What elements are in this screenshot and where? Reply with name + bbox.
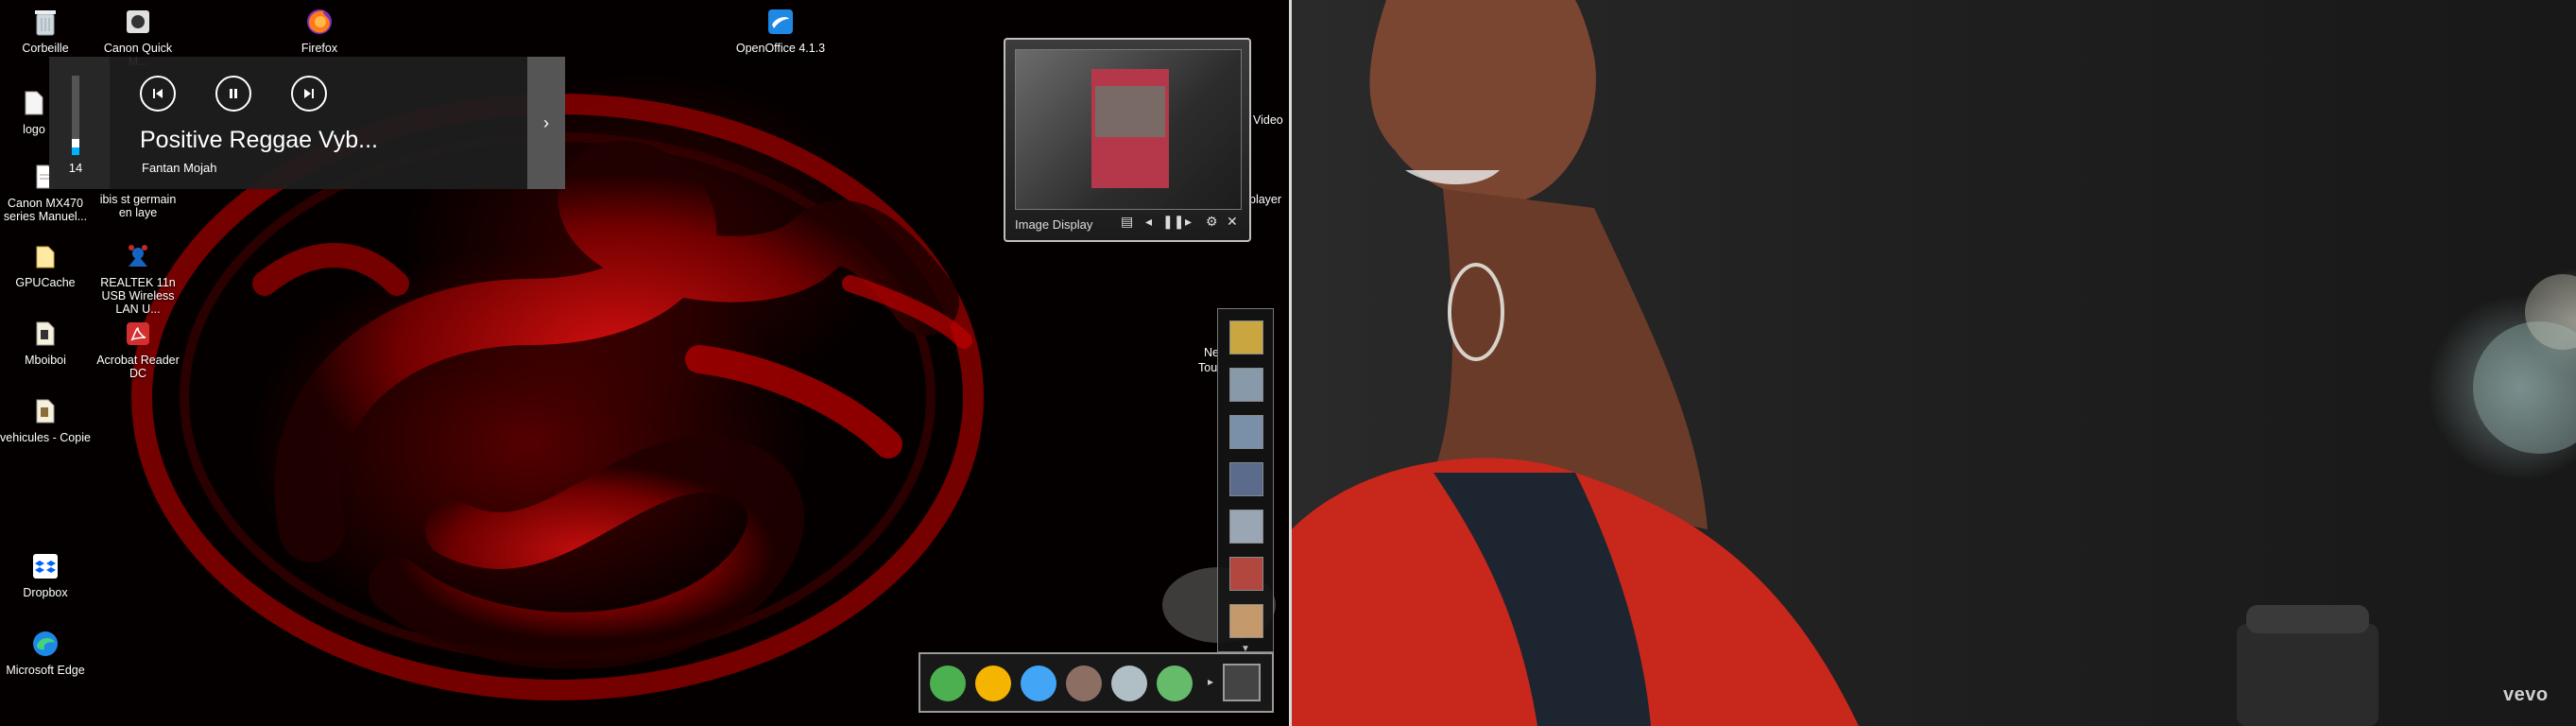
dock-item-photos[interactable] (1229, 415, 1263, 449)
desktop-icon-label: Mboiboi (25, 354, 66, 367)
desktop-icon-corbeille[interactable]: Corbeille (0, 6, 91, 55)
desktop-icon-firefox[interactable]: Firefox (274, 6, 365, 55)
dock-item-solution-menu[interactable] (930, 666, 966, 701)
slideshow-photo (1091, 69, 1169, 188)
openoffice-icon (764, 6, 797, 38)
dock-item-creative-park[interactable] (1229, 320, 1263, 354)
dock-expand-icon[interactable]: ▸ (1208, 675, 1213, 688)
next-track-button[interactable] (291, 76, 327, 112)
pause-button[interactable] (215, 76, 251, 112)
track-title: Positive Reggae Vyb... (140, 127, 378, 153)
desktop-icon-label: OpenOffice 4.1.3 (735, 42, 826, 55)
gadget-title: Image Display (1015, 217, 1093, 232)
desktop-left: Corbeille logo Canon MX470 series Manuel… (0, 0, 1289, 726)
desktop-icon-vehicules[interactable]: vehicules - Copie (0, 395, 91, 444)
acrobat-icon (122, 318, 154, 350)
media-overlay: 14 Positive Reggae Vyb... Fantan Mojah › (49, 57, 565, 189)
image-display-gadget[interactable]: Image Display ▤ ◂ ❚❚ ▸ ⚙ ✕ (1004, 38, 1251, 242)
close-icon[interactable]: ✕ (1227, 214, 1238, 230)
pause-icon (230, 89, 237, 98)
desktop-icon-label-player[interactable]: player (1249, 193, 1281, 206)
volume-slider[interactable] (72, 76, 79, 155)
desktop-icon-label: Dropbox (23, 586, 68, 599)
desktop-icon-label: Microsoft Edge (6, 664, 85, 677)
vevo-logo: vevo (2503, 684, 2549, 705)
dropbox-icon (29, 550, 61, 582)
volume-panel: 14 (49, 57, 110, 189)
gallery-view-icon[interactable]: ▤ (1121, 214, 1133, 230)
dock-item-easy-photo[interactable] (1229, 604, 1263, 638)
pause-slideshow-icon[interactable]: ❚❚ (1162, 214, 1184, 230)
dock-item-scan[interactable] (1229, 462, 1263, 496)
screen: Corbeille logo Canon MX470 series Manuel… (0, 0, 2576, 726)
chevron-right-icon: › (543, 112, 549, 132)
volume-value: 14 (68, 161, 83, 175)
edge-icon (29, 628, 61, 660)
dock-item-files[interactable] (1157, 666, 1193, 701)
dock-item-print-studio[interactable] (1229, 557, 1263, 591)
desktop-icon-label: Acrobat Reader DC (96, 354, 180, 380)
document-icon (29, 318, 61, 350)
desktop-icon-label-video[interactable]: Video (1253, 113, 1283, 127)
dock-item-user[interactable] (1066, 666, 1102, 701)
expand-media-button[interactable]: › (527, 57, 565, 189)
previous-track-button[interactable] (140, 76, 176, 112)
video-player[interactable]: vevo (1292, 0, 2576, 726)
document-icon (29, 395, 61, 427)
track-artist: Fantan Mojah (142, 161, 217, 175)
network-icon (122, 240, 154, 272)
skip-next-icon (304, 89, 314, 98)
folder-icon (29, 240, 61, 272)
dock-item-album[interactable] (1229, 510, 1263, 544)
desktop-icon-label: REALTEK 11n USB Wireless LAN U... (100, 276, 176, 316)
desktop-icon-label: ibis st germain en laye (99, 193, 177, 219)
dock-item-printer[interactable] (1229, 368, 1263, 402)
desktop-icon-mboiboi[interactable]: Mboiboi (0, 318, 91, 367)
canon-icon (122, 6, 154, 38)
previous-image-icon[interactable]: ◂ (1145, 214, 1152, 230)
settings-icon[interactable]: ⚙ (1206, 214, 1218, 230)
grid-view-button[interactable] (1223, 664, 1261, 701)
desktop-icon-edge[interactable]: Microsoft Edge (0, 628, 91, 677)
desktop-icon-label: vehicules - Copie (0, 431, 91, 444)
volume-indicator (72, 147, 79, 155)
desktop-icon-realtek[interactable]: REALTEK 11n USB Wireless LAN U... (93, 240, 183, 316)
desktop-icon-label: Firefox (301, 42, 338, 55)
horizontal-dock: ▸ (919, 652, 1274, 713)
next-image-icon[interactable]: ▸ (1185, 214, 1192, 230)
file-icon (18, 87, 50, 119)
recycle-bin-icon (29, 6, 61, 38)
dock-item-documents[interactable] (1111, 666, 1147, 701)
desktop-icon-label: GPUCache (15, 276, 76, 289)
image-display-screen (1015, 49, 1242, 210)
dock-item-network[interactable] (1021, 666, 1056, 701)
desktop-icon-label: Canon MX470 series Manuel... (3, 197, 88, 223)
desktop-icon-ibis[interactable]: ibis st germain en laye (93, 193, 183, 219)
desktop-icon-gpucache[interactable]: GPUCache (0, 240, 91, 289)
desktop-icon-label: Corbeille (22, 42, 69, 55)
vertical-dock: ▼ (1217, 308, 1274, 654)
video-frame (1292, 0, 2576, 726)
desktop-icon-acrobat[interactable]: Acrobat Reader DC (93, 318, 183, 380)
desktop-icon-openoffice[interactable]: OpenOffice 4.1.3 (733, 6, 828, 55)
skip-previous-icon (153, 89, 163, 98)
desktop-icon-label-tou[interactable]: Tou (1198, 361, 1217, 374)
firefox-icon (303, 6, 335, 38)
desktop-icon-dropbox[interactable]: Dropbox (0, 550, 91, 599)
dock-item-help[interactable] (975, 666, 1011, 701)
